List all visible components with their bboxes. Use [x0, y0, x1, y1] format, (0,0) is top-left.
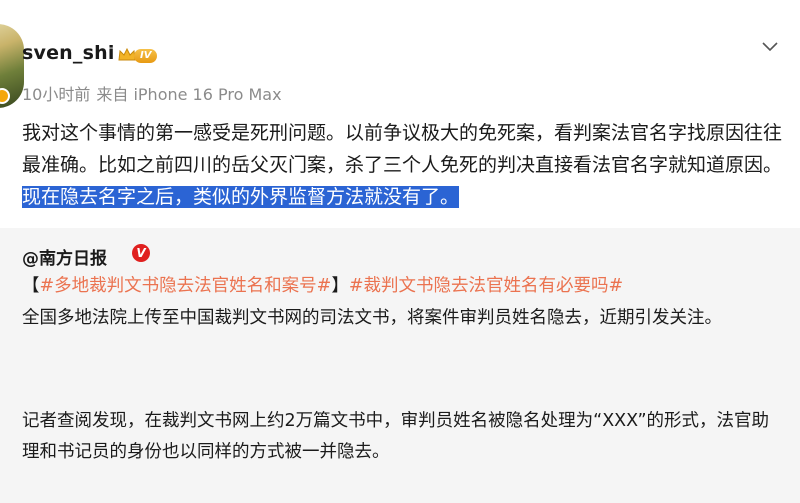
- verified-icon: V: [132, 244, 150, 262]
- post-username[interactable]: sven_shi: [22, 42, 115, 64]
- post-source: 来自 iPhone 16 Pro Max: [96, 85, 282, 104]
- post-time[interactable]: 10小时前: [22, 85, 90, 104]
- chevron-down-icon[interactable]: [762, 42, 778, 52]
- hashtag-link[interactable]: #裁判文书隐去法官姓名有必要吗#: [349, 276, 623, 296]
- bracket-open: 【: [22, 276, 40, 296]
- post-body: 我对这个事情的第一感受是死刑问题。以前争议极大的免死案，看判案法官名字找原因往往…: [22, 117, 792, 213]
- quoted-paragraph-1: 全国多地法院上传至中国裁判文书网的司法文书，将案件审判员姓名隐去，近期引发关注。: [22, 308, 722, 328]
- post-text: 我对这个事情的第一感受是死刑问题。以前争议极大的免死案，看判案法官名字找原因往往…: [22, 122, 783, 176]
- hashtag-link[interactable]: #多地裁判文书隐去法官姓名和案号#: [40, 276, 332, 296]
- bracket-close: 】: [331, 276, 349, 296]
- quoted-hashtags: 【#多地裁判文书隐去法官姓名和案号#】#裁判文书隐去法官姓名有必要吗#: [22, 272, 623, 300]
- quoted-paragraph-2: 记者查阅发现，在裁判文书网上约2万篇文书中，审判员姓名被隐名处理为“XXX”的形…: [22, 411, 770, 462]
- user-level-badge: IV: [134, 49, 158, 63]
- quoted-author[interactable]: @南方日报: [22, 244, 107, 269]
- selected-text[interactable]: 现在隐去名字之后，类似的外界监督方法就没有了。: [22, 186, 460, 208]
- post-meta: 10小时前 来自 iPhone 16 Pro Max: [22, 81, 282, 105]
- weibo-post: sven_shi IV 10小时前 来自 iPhone 16 Pro Max 我对…: [0, 0, 800, 228]
